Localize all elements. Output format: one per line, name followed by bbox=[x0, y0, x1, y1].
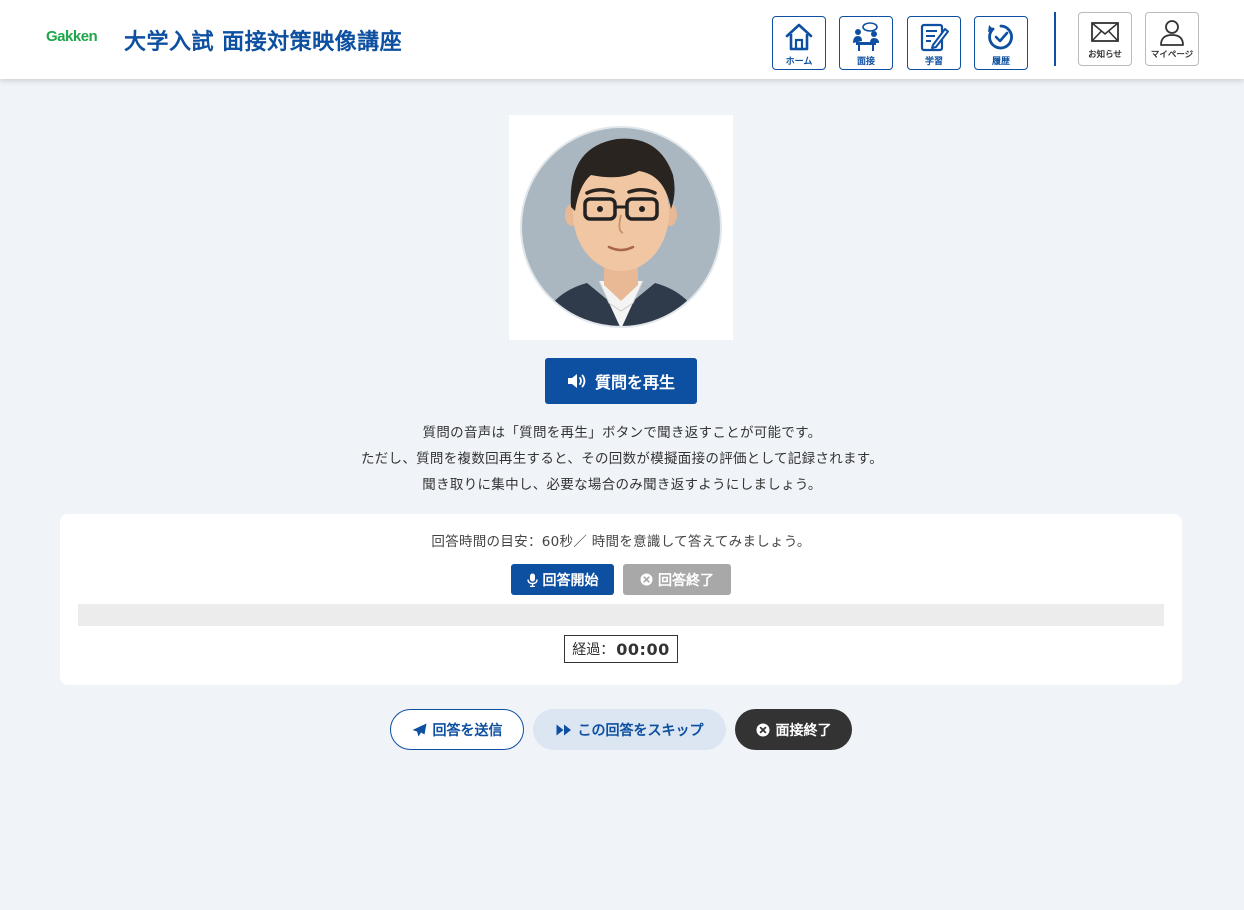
nav-home-button[interactable]: ホーム bbox=[772, 16, 826, 70]
answer-panel: 回答時間の目安：60秒／ 時間を意識して答えてみましょう。 回答開始 回答終了 … bbox=[60, 514, 1182, 685]
send-answer-label: 回答を送信 bbox=[432, 722, 503, 739]
nav-home-label: ホーム bbox=[785, 57, 813, 67]
elapsed-value: 00:00 bbox=[616, 639, 670, 659]
speaker-icon bbox=[567, 374, 586, 388]
history-icon bbox=[988, 24, 1013, 50]
notifications-button[interactable]: お知らせ bbox=[1078, 12, 1132, 66]
notice-line: 質問の音声は「質問を再生」ボタンで聞き返すことが可能です。 bbox=[422, 425, 822, 441]
nav-interview-label: 面接 bbox=[856, 57, 875, 67]
skip-answer-label: この回答をスキップ bbox=[577, 722, 704, 739]
play-question-label: 質問を再生 bbox=[594, 373, 675, 392]
notice-line: ただし、質問を複数回再生すると、その回数が模擬面接の評価として記録されます。 bbox=[360, 451, 884, 467]
end-answer-button[interactable]: 回答終了 bbox=[623, 564, 731, 595]
interviewer-avatar bbox=[509, 115, 733, 340]
close-circle-icon bbox=[756, 723, 769, 736]
notifications-label: お知らせ bbox=[1088, 50, 1122, 60]
paper-plane-icon bbox=[412, 723, 426, 736]
mypage-button[interactable]: マイページ bbox=[1145, 12, 1199, 66]
answer-time-hint: 回答時間の目安：60秒／ 時間を意識して答えてみましょう。 bbox=[431, 534, 811, 550]
mail-icon bbox=[1091, 22, 1119, 42]
nav-interview-button[interactable]: 面接 bbox=[839, 16, 893, 70]
end-interview-button[interactable]: 面接終了 bbox=[735, 709, 852, 750]
end-interview-label: 面接終了 bbox=[775, 722, 832, 739]
play-question-button[interactable]: 質問を再生 bbox=[545, 358, 697, 404]
nav-study-label: 学習 bbox=[924, 57, 943, 67]
elapsed-label: 経過： bbox=[572, 642, 615, 658]
notice-line: 聞き取りに集中し、必要な場合のみ聞き返すようにしましょう。 bbox=[422, 477, 822, 493]
elapsed-timer: 経過： 00:00 bbox=[564, 635, 678, 663]
replay-notice: 質問の音声は「質問を再生」ボタンで聞き返すことが可能です。 ただし、質問を複数回… bbox=[0, 420, 1244, 498]
study-icon bbox=[920, 23, 949, 52]
microphone-icon bbox=[526, 573, 538, 587]
skip-answer-button[interactable]: この回答をスキップ bbox=[533, 709, 726, 750]
nav-divider bbox=[1054, 12, 1056, 66]
header: Gakken 大学入試 面接対策映像講座 ホーム 面接 学習 履歴 お知らせ マ… bbox=[0, 0, 1244, 79]
close-circle-icon bbox=[640, 573, 653, 586]
interview-icon bbox=[853, 22, 879, 51]
user-icon bbox=[1160, 20, 1184, 46]
nav-study-button[interactable]: 学習 bbox=[907, 16, 961, 70]
start-answer-button[interactable]: 回答開始 bbox=[511, 564, 614, 595]
fast-forward-icon bbox=[556, 724, 571, 735]
answer-progress-bar bbox=[78, 604, 1164, 626]
start-answer-label: 回答開始 bbox=[542, 572, 599, 589]
nav-history-label: 履歴 bbox=[991, 57, 1010, 67]
mypage-label: マイページ bbox=[1150, 50, 1194, 60]
end-answer-label: 回答終了 bbox=[658, 572, 714, 589]
site-title[interactable]: 大学入試 面接対策映像講座 bbox=[124, 24, 402, 56]
send-answer-button[interactable]: 回答を送信 bbox=[390, 709, 524, 750]
gakken-logo[interactable]: Gakken bbox=[46, 28, 98, 45]
nav-history-button[interactable]: 履歴 bbox=[974, 16, 1028, 70]
home-icon bbox=[785, 23, 813, 51]
